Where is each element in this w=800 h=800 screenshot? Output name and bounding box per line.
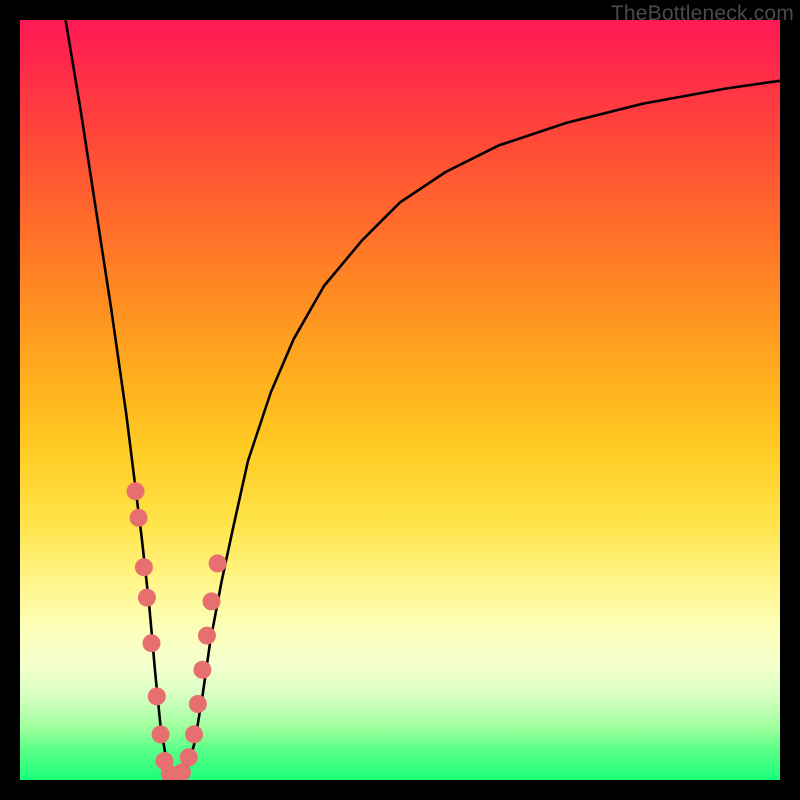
data-point-marker: [203, 592, 221, 610]
data-point-marker: [180, 748, 198, 766]
curve-layer: [20, 20, 780, 780]
data-point-marker: [152, 725, 170, 743]
data-point-marker: [198, 627, 216, 645]
data-point-marker: [135, 558, 153, 576]
data-point-marker: [127, 482, 145, 500]
chart-frame: TheBottleneck.com: [0, 0, 800, 800]
data-point-marker: [189, 695, 207, 713]
data-point-marker: [193, 661, 211, 679]
bottleneck-curve: [66, 20, 780, 776]
data-point-marker: [209, 554, 227, 572]
data-point-marker: [185, 725, 203, 743]
data-point-marker: [148, 687, 166, 705]
data-point-marker: [142, 634, 160, 652]
data-point-marker: [138, 589, 156, 607]
plot-area: [20, 20, 780, 780]
data-point-marker: [130, 509, 148, 527]
